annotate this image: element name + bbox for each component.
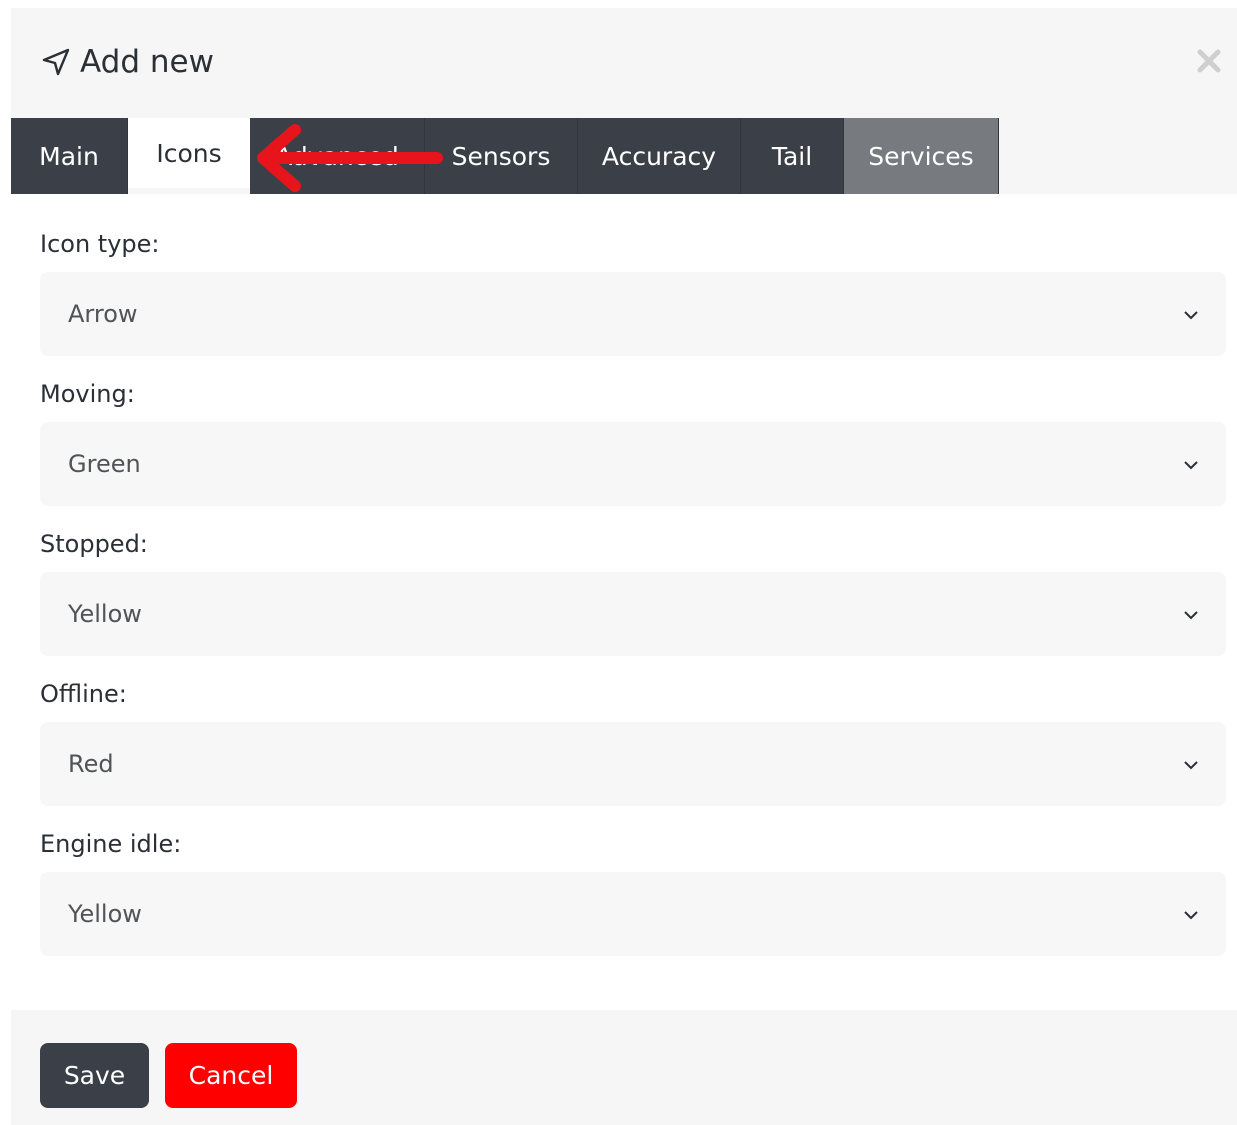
select-value: Yellow [68, 600, 142, 628]
select-value: Green [68, 450, 141, 478]
icons-form: Icon type: Arrow Moving: Green Stopped: … [40, 226, 1226, 976]
engine-idle-select[interactable]: Yellow [40, 872, 1226, 956]
icon-type-select[interactable]: Arrow [40, 272, 1226, 356]
engine-idle-label: Engine idle: [40, 830, 182, 858]
chevron-down-icon [1184, 911, 1198, 920]
icon-type-label: Icon type: [40, 230, 160, 258]
chevron-down-icon [1184, 311, 1198, 320]
offline-select[interactable]: Red [40, 722, 1226, 806]
close-icon[interactable] [1194, 46, 1224, 76]
offline-label: Offline: [40, 680, 127, 708]
select-value: Red [68, 750, 114, 778]
tab-advanced[interactable]: Advanced [250, 118, 425, 194]
chevron-down-icon [1184, 461, 1198, 470]
tab-label: Advanced [275, 141, 399, 171]
dialog-footer: Save Cancel [11, 1010, 1237, 1125]
tab-tail[interactable]: Tail [741, 118, 844, 194]
chevron-down-icon [1184, 611, 1198, 620]
save-button[interactable]: Save [40, 1043, 149, 1108]
moving-label: Moving: [40, 380, 135, 408]
send-icon [42, 48, 70, 76]
tab-label: Sensors [451, 141, 551, 171]
tab-accuracy[interactable]: Accuracy [578, 118, 741, 194]
dialog-title: Add new [80, 44, 214, 80]
select-value: Arrow [68, 300, 138, 328]
tab-bar: Main Icons Advanced Sensors Accuracy Tai… [11, 118, 999, 194]
chevron-down-icon [1184, 761, 1198, 770]
tab-main[interactable]: Main [11, 118, 128, 194]
moving-select[interactable]: Green [40, 422, 1226, 506]
cancel-button[interactable]: Cancel [165, 1043, 297, 1108]
tab-icons[interactable]: Icons [128, 118, 250, 188]
add-new-dialog: Add new Main Icons Advanced Sensors Accu… [11, 8, 1237, 1125]
tab-label: Accuracy [601, 141, 717, 171]
tab-services[interactable]: Services [844, 118, 999, 194]
tab-label: Services [868, 141, 974, 171]
select-value: Yellow [68, 900, 142, 928]
stopped-label: Stopped: [40, 530, 148, 558]
stopped-select[interactable]: Yellow [40, 572, 1226, 656]
tab-label: Tail [771, 141, 813, 171]
tab-label: Main [39, 141, 99, 171]
tab-sensors[interactable]: Sensors [425, 118, 578, 194]
dialog-header: Add new [11, 8, 1237, 118]
tab-label: Icons [156, 138, 222, 168]
